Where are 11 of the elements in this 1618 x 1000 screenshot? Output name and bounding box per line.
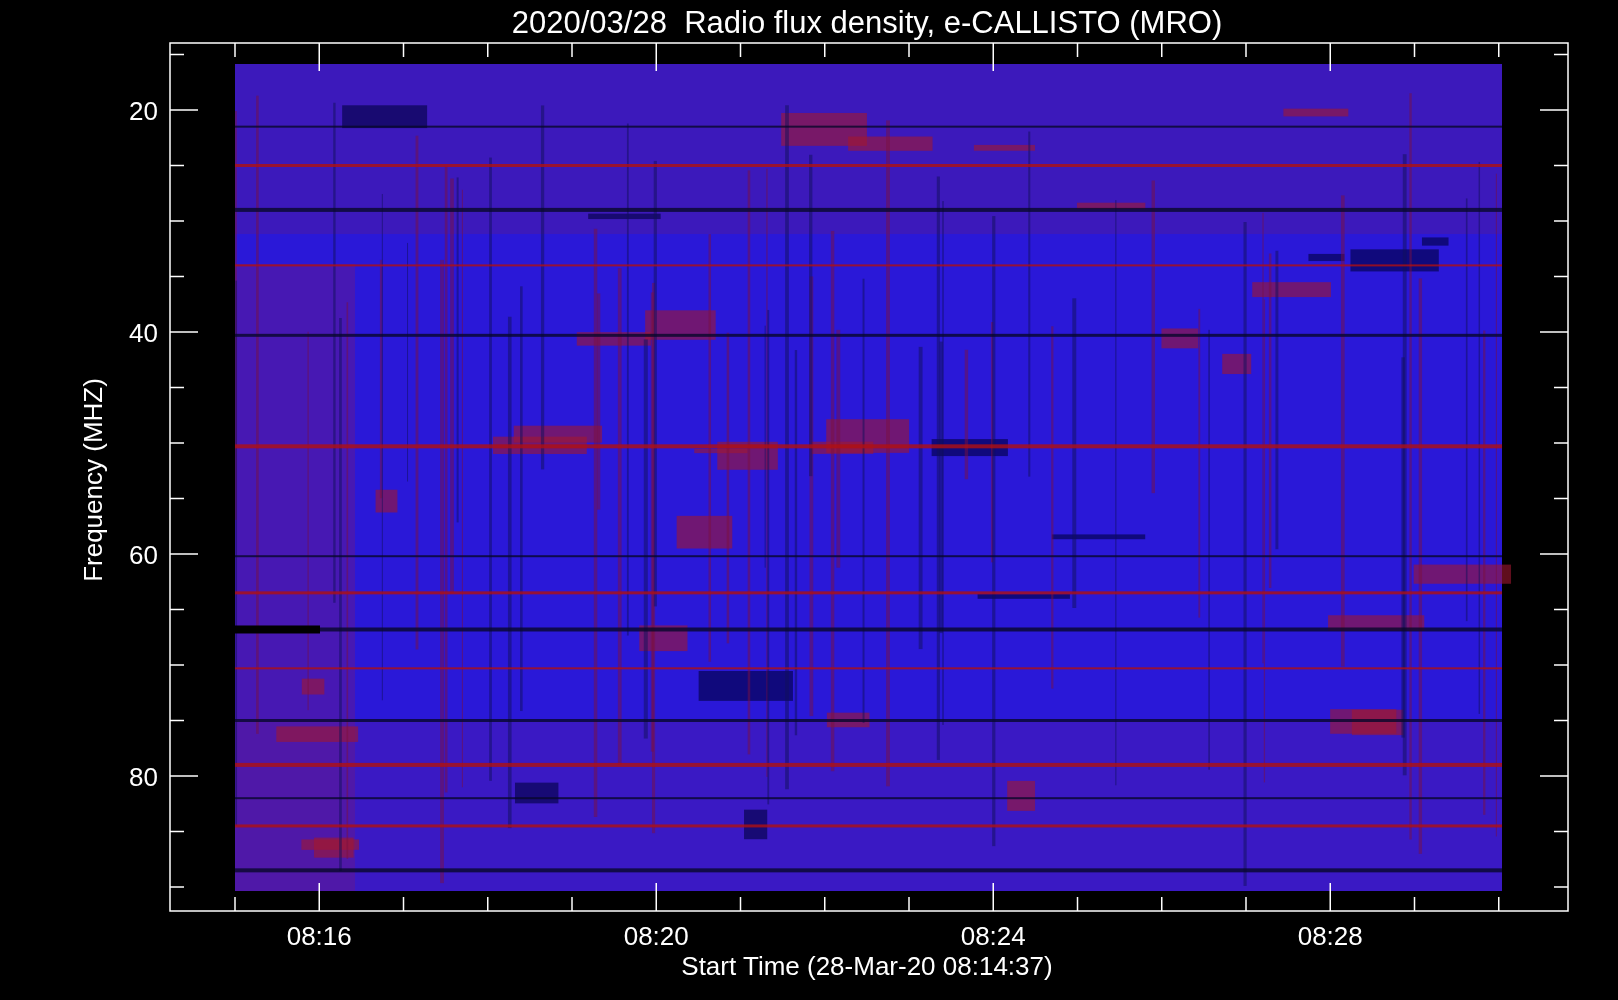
x-axis-label: Start Time (28-Mar-20 08:14:37): [681, 951, 1053, 981]
plot-title: 2020/03/28 Radio flux density, e-CALLISTO (MRO): [511, 5, 1223, 40]
x-tick-label: 08:24: [960, 921, 1026, 951]
y-tick-label: 60: [129, 540, 158, 570]
y-tick-label: 80: [129, 762, 158, 792]
x-tick-label: 08:16: [286, 921, 352, 951]
y-axis-label: Frequency (MHZ): [78, 378, 108, 582]
y-tick-label: 20: [129, 96, 158, 126]
x-tick-label: 08:20: [623, 921, 689, 951]
x-tick-label: 08:28: [1297, 921, 1363, 951]
y-tick-label: 40: [129, 318, 158, 348]
